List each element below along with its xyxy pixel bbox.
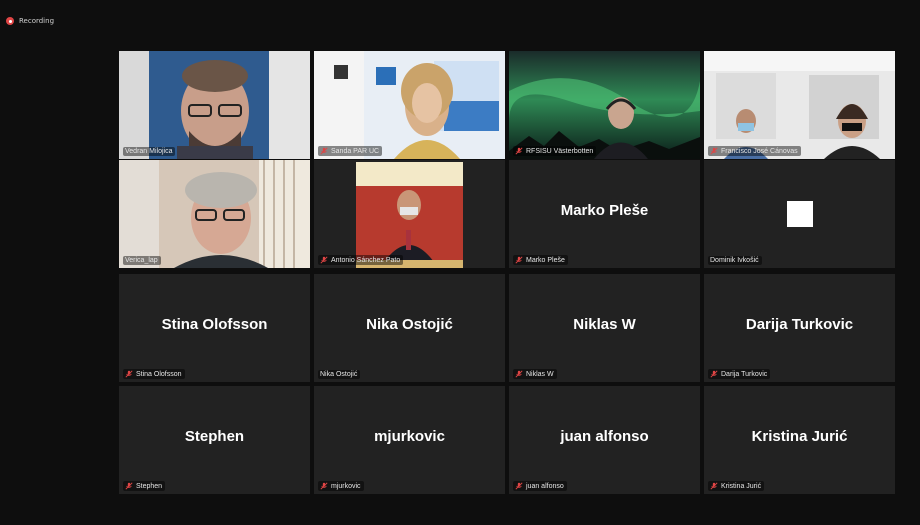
participant-video [314, 160, 505, 268]
participant-tile-verica[interactable]: Verica_lap [119, 160, 310, 268]
participant-label: RFSISU Västerbotten [513, 146, 597, 156]
participant-tile-darija[interactable]: Darija Turkovic Darija Turkovic [704, 274, 895, 382]
muted-mic-icon [320, 482, 328, 490]
participant-display-name: Stephen [184, 428, 245, 445]
participant-label: Vedran Milojica [123, 147, 176, 156]
participant-display-name: Nika Ostojić [366, 316, 453, 333]
participant-name: Darija Turkovic [721, 370, 768, 378]
participant-tile-sanda[interactable]: Sanda PAR UC [314, 51, 505, 159]
participant-name: Dominik Ivkošić [710, 257, 759, 264]
participant-tile-nika[interactable]: Nika Ostojić Nika Ostojić [314, 274, 505, 382]
participant-label: Nika Ostojić [318, 370, 361, 379]
participant-video [509, 51, 700, 159]
participant-tile-niklas[interactable]: Niklas W Niklas W [509, 274, 700, 382]
participant-tile-stina[interactable]: Stina Olofsson Stina Olofsson [119, 274, 310, 382]
participant-name: Nika Ostojić [320, 371, 358, 378]
recording-indicator[interactable]: Recording [6, 15, 54, 27]
participant-label: Sanda PAR UC [318, 146, 383, 156]
participant-tile-vedran[interactable]: Vedran Milojica [119, 51, 310, 159]
record-icon [6, 17, 14, 25]
participant-tile-francisco[interactable]: Francisco José Cánovas [704, 51, 895, 159]
blank-video-placeholder [787, 201, 813, 227]
participant-label: Antonio Sánchez Pato [318, 255, 404, 265]
participant-display-name: mjurkovic [374, 428, 445, 445]
participant-display-name: juan alfonso [560, 428, 649, 445]
participant-display-name: Stina Olofsson [161, 316, 268, 333]
participant-tile-antonio[interactable]: Antonio Sánchez Pato [314, 160, 505, 268]
participant-display-name: Marko Pleše [560, 202, 649, 219]
muted-mic-icon [710, 147, 718, 155]
participant-video [119, 51, 310, 159]
participant-label: Stephen [123, 481, 166, 491]
participant-label: Kristina Jurić [708, 481, 765, 491]
recording-label: Recording [19, 17, 55, 25]
participant-name: Marko Pleše [526, 256, 565, 264]
participant-tile-stephen[interactable]: Stephen Stephen [119, 386, 310, 494]
participant-label: juan alfonso [513, 481, 567, 491]
participant-label: mjurkovic [318, 481, 364, 491]
participant-display-name: Darija Turkovic [745, 316, 854, 333]
participant-name: Kristina Jurić [721, 482, 762, 490]
participant-name: RFSISU Västerbotten [526, 147, 594, 155]
participant-name: Stina Olofsson [136, 370, 182, 378]
participant-name: mjurkovic [331, 482, 361, 490]
participant-name: Antonio Sánchez Pato [331, 256, 401, 264]
participant-label: Stina Olofsson [123, 369, 185, 379]
participant-name: Niklas W [526, 370, 554, 378]
muted-mic-icon [515, 482, 523, 490]
participant-display-name: Niklas W [573, 316, 636, 333]
participant-tile-dominik[interactable]: Dominik Ivkošić [704, 160, 895, 268]
participant-tile-mjurkovic[interactable]: mjurkovic mjurkovic [314, 386, 505, 494]
participant-tile-rfsisu[interactable]: RFSISU Västerbotten [509, 51, 700, 159]
participant-label: Niklas W [513, 369, 557, 379]
participant-label: Marko Pleše [513, 255, 568, 265]
participant-name: Sanda PAR UC [331, 147, 380, 155]
muted-mic-icon [515, 256, 523, 264]
participant-label: Francisco José Cánovas [708, 146, 801, 156]
participant-name: juan alfonso [526, 482, 564, 490]
participant-tile-marko[interactable]: Marko Pleše Marko Pleše [509, 160, 700, 268]
participant-video [704, 51, 895, 159]
muted-mic-icon [515, 370, 523, 378]
participant-label: Dominik Ivkošić [708, 256, 762, 265]
participant-name: Vedran Milojica [125, 148, 173, 155]
participant-label: Verica_lap [123, 256, 161, 265]
participant-tile-kristina[interactable]: Kristina Jurić Kristina Jurić [704, 386, 895, 494]
participant-name: Stephen [136, 482, 163, 490]
muted-mic-icon [320, 256, 328, 264]
top-bar: Recording [0, 6, 920, 32]
participant-tile-juan[interactable]: juan alfonso juan alfonso [509, 386, 700, 494]
participant-video [314, 51, 505, 159]
meeting-window: Recording Vedran Milojica Sanda PAR UC R… [0, 0, 920, 525]
muted-mic-icon [515, 147, 523, 155]
muted-mic-icon [320, 147, 328, 155]
participant-name: Francisco José Cánovas [721, 147, 798, 155]
participant-name: Verica_lap [125, 257, 158, 264]
participant-label: Darija Turkovic [708, 369, 771, 379]
muted-mic-icon [125, 482, 133, 490]
participant-display-name: Kristina Jurić [751, 428, 848, 445]
muted-mic-icon [125, 370, 133, 378]
participant-video [119, 160, 310, 268]
muted-mic-icon [710, 370, 718, 378]
muted-mic-icon [710, 482, 718, 490]
